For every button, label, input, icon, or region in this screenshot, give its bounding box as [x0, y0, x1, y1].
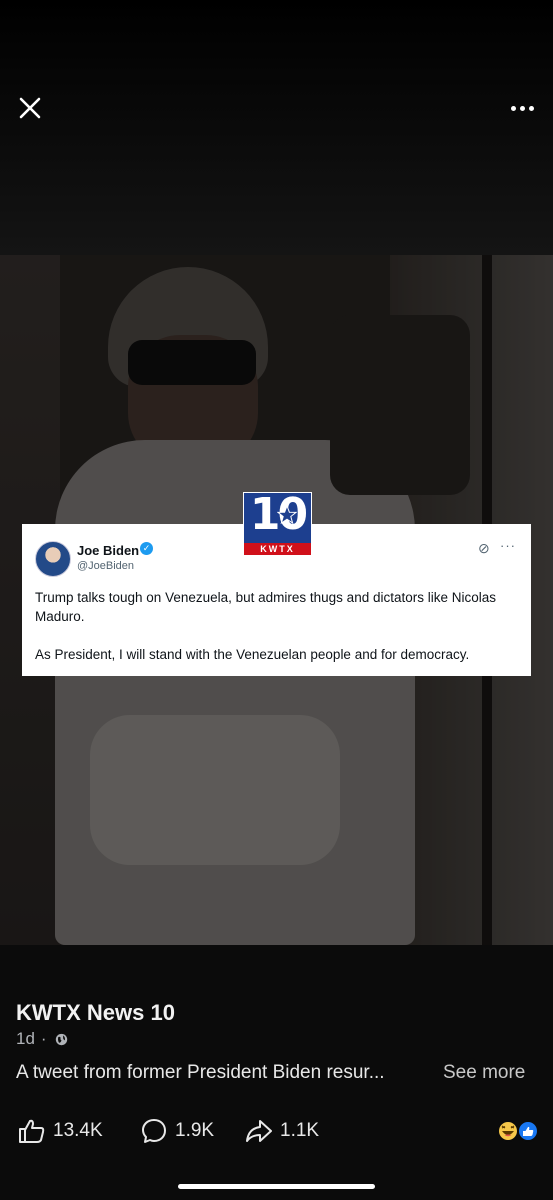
avatar [35, 541, 71, 577]
share-button[interactable]: 1.1K [245, 1116, 319, 1146]
kwtx-logo: 10 KWTX [243, 489, 312, 556]
post-meta: 1d · [16, 1029, 68, 1049]
tweet-author-name: Joe Biden [77, 543, 140, 558]
star-icon [277, 505, 297, 525]
tweet-more-icon: ··· [500, 538, 516, 553]
grok-icon: ⊘ [478, 540, 490, 556]
like-button[interactable]: 13.4K [18, 1116, 103, 1146]
reactions-summary[interactable] [496, 1119, 540, 1143]
home-indicator[interactable] [178, 1184, 375, 1189]
thumbs-up-icon [19, 1119, 45, 1143]
see-more-link[interactable]: See more [443, 1062, 525, 1084]
tweet-handle: @JoeBiden [77, 560, 135, 572]
laugh-reaction-icon [497, 1120, 519, 1142]
logo-label: KWTX [244, 543, 311, 555]
post-time[interactable]: 1d [16, 1029, 35, 1049]
post-author[interactable]: KWTX News 10 [16, 1000, 175, 1026]
like-count: 13.4K [53, 1120, 103, 1141]
meta-separator: · [40, 1029, 47, 1048]
close-button[interactable] [14, 92, 46, 124]
verified-badge-icon: ✓ [140, 542, 153, 555]
tweet-text: Trump talks tough on Venezuela, but admi… [35, 590, 496, 662]
globe-icon [55, 1033, 67, 1045]
close-icon [19, 97, 41, 119]
share-icon [246, 1120, 272, 1142]
comment-button[interactable]: 1.9K [140, 1116, 214, 1146]
like-reaction-icon [517, 1120, 539, 1142]
top-bar [0, 0, 553, 255]
comment-icon [142, 1119, 166, 1143]
post-caption: A tweet from former President Biden resu… [16, 1062, 385, 1083]
more-dot [528, 105, 534, 111]
more-horizontal-icon [510, 105, 516, 111]
comment-count: 1.9K [175, 1120, 215, 1141]
more-options-button[interactable] [505, 94, 539, 122]
more-dot [519, 105, 525, 111]
share-count: 1.1K [280, 1120, 320, 1141]
